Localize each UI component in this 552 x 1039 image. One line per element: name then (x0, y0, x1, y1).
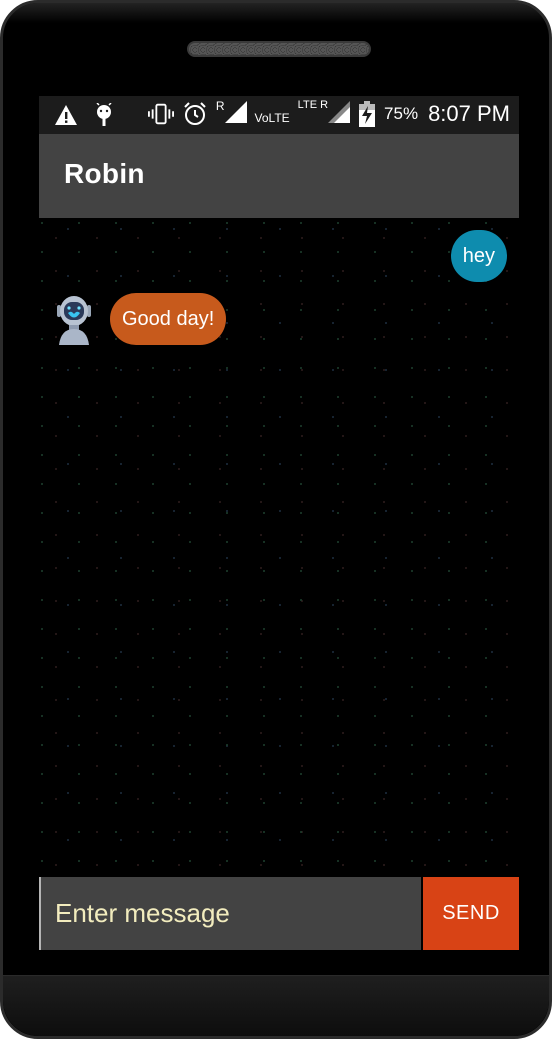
status-bar-right: R VoLTE LTE R 75% 8:07 PM (147, 99, 510, 127)
user-message-bubble[interactable]: hey (450, 230, 507, 282)
vibrate-icon (147, 101, 174, 127)
status-bar: R VoLTE LTE R 75% 8:07 PM (39, 96, 519, 134)
phone-chin (3, 975, 549, 1036)
chat-list[interactable]: hey Good day! (39, 218, 519, 876)
robot-avatar-icon (55, 293, 93, 345)
signal-icon (224, 101, 247, 127)
signal-group: R (215, 99, 247, 127)
battery-charging-icon (358, 101, 376, 127)
roaming-label: R (215, 99, 225, 113)
message-text: Good day! (122, 307, 215, 330)
bot-message-bubble[interactable]: Good day! (110, 293, 227, 345)
battery-percent: 75% (384, 104, 419, 123)
volte-signal-icon (328, 101, 351, 127)
message-composer: SEND (39, 875, 519, 950)
app-title: Robin (64, 158, 145, 189)
volte-label: VoLTE (254, 111, 290, 125)
android-debug-icon (91, 102, 117, 128)
bot-message-row: Good day! (55, 293, 227, 345)
earpiece-speaker (187, 41, 371, 57)
message-text: hey (462, 244, 495, 267)
screen: R VoLTE LTE R 75% 8:07 PM Robin hey Good… (39, 96, 519, 950)
lte-signal-group: LTE R (297, 99, 351, 127)
send-button[interactable]: SEND (423, 877, 519, 950)
alarm-icon (182, 101, 208, 127)
message-input[interactable] (39, 877, 421, 950)
warning-icon (53, 102, 79, 128)
phone-frame: R VoLTE LTE R 75% 8:07 PM Robin hey Good… (0, 0, 552, 1039)
status-bar-left (53, 102, 117, 128)
phone-top-highlight (3, 3, 549, 23)
lte-label: LTE R (297, 99, 329, 111)
clock: 8:07 PM (428, 101, 510, 126)
app-bar: Robin (39, 134, 519, 218)
